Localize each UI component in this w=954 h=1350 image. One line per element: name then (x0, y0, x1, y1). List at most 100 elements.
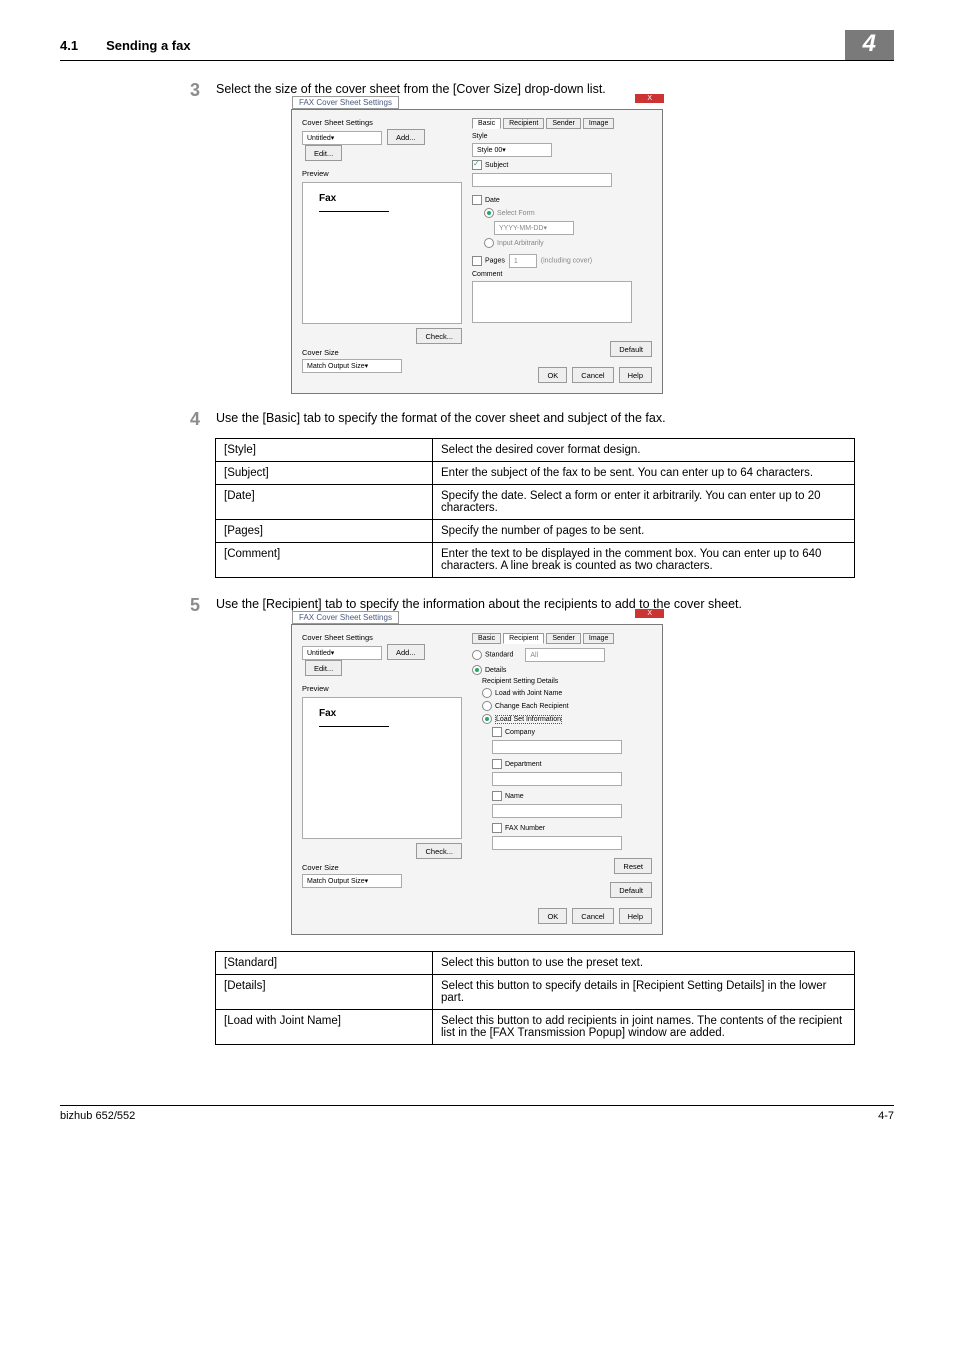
preview-label: Preview (302, 169, 462, 178)
page-header: 4.1 Sending a fax 4 (60, 30, 894, 61)
preview-fax-title: Fax (319, 193, 336, 204)
load-joint-radio[interactable] (482, 688, 492, 698)
tab-image[interactable]: Image (583, 633, 614, 644)
table-row: [Style]Select the desired cover format d… (216, 439, 855, 462)
step-number: 4 (190, 410, 216, 428)
company-label: Company (505, 729, 535, 736)
ok-button[interactable]: OK (538, 908, 567, 924)
step-number: 3 (190, 81, 216, 99)
table-row: [Standard]Select this button to use the … (216, 952, 855, 975)
department-checkbox[interactable] (492, 759, 502, 769)
tab-image[interactable]: Image (583, 118, 614, 129)
table-row: [Load with Joint Name]Select this button… (216, 1010, 855, 1045)
cover-size-select[interactable]: Match Output Size ▾ (302, 874, 402, 888)
subject-label: Subject (485, 162, 508, 169)
preview-line (319, 211, 389, 212)
settings-select[interactable]: Untitled ▾ (302, 646, 382, 660)
table-row: [Comment]Enter the text to be displayed … (216, 543, 855, 578)
details-radio[interactable] (472, 665, 482, 675)
subject-input[interactable] (472, 173, 612, 187)
table-row: [Date]Specify the date. Select a form or… (216, 485, 855, 520)
settings-select[interactable]: Untitled ▾ (302, 131, 382, 145)
pages-input[interactable]: 1 (509, 254, 537, 268)
close-icon[interactable]: X (635, 94, 664, 103)
fax-cover-dialog-basic: FAX Cover Sheet Settings X Cover Sheet S… (291, 109, 663, 394)
add-button[interactable]: Add... (387, 129, 425, 145)
name-checkbox[interactable] (492, 791, 502, 801)
table-row: [Details]Select this button to specify d… (216, 975, 855, 1010)
close-icon[interactable]: X (635, 609, 664, 618)
help-button[interactable]: Help (619, 908, 652, 924)
company-checkbox[interactable] (492, 727, 502, 737)
cancel-button[interactable]: Cancel (572, 908, 613, 924)
load-set-radio[interactable] (482, 714, 492, 724)
standard-select[interactable]: All (525, 648, 605, 662)
fax-cover-dialog-recipient: FAX Cover Sheet Settings X Cover Sheet S… (291, 624, 663, 935)
input-arbitrarily-radio[interactable] (484, 238, 494, 248)
tabs: Basic Recipient Sender Image (472, 118, 652, 129)
change-each-radio[interactable] (482, 701, 492, 711)
tab-basic[interactable]: Basic (472, 118, 501, 129)
section-number: 4.1 (60, 38, 78, 53)
pages-label: Pages (485, 258, 505, 265)
edit-button[interactable]: Edit... (305, 660, 342, 676)
default-button[interactable]: Default (610, 882, 652, 898)
faxnum-label: FAX Number (505, 825, 545, 832)
table-row: [Pages]Specify the number of pages to be… (216, 520, 855, 543)
tab-recipient[interactable]: Recipient (503, 118, 544, 129)
tab-basic[interactable]: Basic (472, 633, 501, 644)
add-button[interactable]: Add... (387, 644, 425, 660)
chapter-badge: 4 (845, 30, 894, 60)
table-row: [Subject]Enter the subject of the fax to… (216, 462, 855, 485)
reset-button[interactable]: Reset (614, 858, 652, 874)
dialog-title: FAX Cover Sheet Settings (292, 611, 399, 624)
cover-sheet-settings-label: Cover Sheet Settings (302, 118, 462, 127)
help-button[interactable]: Help (619, 367, 652, 383)
recipient-setting-details-label: Recipient Setting Details (482, 678, 652, 685)
check-button[interactable]: Check... (416, 843, 462, 859)
standard-radio[interactable] (472, 650, 482, 660)
comment-textarea[interactable] (472, 281, 632, 323)
dialog-title: FAX Cover Sheet Settings (292, 96, 399, 109)
footer-product: bizhub 652/552 (60, 1110, 135, 1122)
check-button[interactable]: Check... (416, 328, 462, 344)
recipient-options-table: [Standard]Select this button to use the … (215, 951, 855, 1045)
pages-checkbox[interactable] (472, 256, 482, 266)
cover-size-label: Cover Size (302, 348, 462, 357)
page-footer: bizhub 652/552 4-7 (60, 1105, 894, 1122)
cancel-button[interactable]: Cancel (572, 367, 613, 383)
step-text: Use the [Basic] tab to specify the forma… (216, 410, 666, 428)
date-format-select[interactable]: YYYY-MM-DD ▾ (494, 221, 574, 235)
faxnum-checkbox[interactable] (492, 823, 502, 833)
ok-button[interactable]: OK (538, 367, 567, 383)
select-form-radio[interactable] (484, 208, 494, 218)
date-checkbox[interactable] (472, 195, 482, 205)
preview-area: Fax (302, 182, 462, 324)
including-cover-label: (including cover) (541, 258, 592, 265)
edit-button[interactable]: Edit... (305, 145, 342, 161)
select-form-label: Select Form (497, 210, 535, 217)
cover-size-label: Cover Size (302, 863, 462, 872)
preview-label: Preview (302, 684, 462, 693)
date-label: Date (485, 197, 500, 204)
department-label: Department (505, 761, 542, 768)
company-input[interactable] (492, 740, 622, 754)
section-title: Sending a fax (106, 38, 191, 53)
faxnum-input[interactable] (492, 836, 622, 850)
default-button[interactable]: Default (610, 341, 652, 357)
cover-sheet-settings-label: Cover Sheet Settings (302, 633, 462, 642)
step-text: Select the size of the cover sheet from … (216, 81, 606, 99)
tab-sender[interactable]: Sender (546, 633, 581, 644)
style-select[interactable]: Style 00 ▾ (472, 143, 552, 157)
step-number: 5 (190, 596, 216, 614)
department-input[interactable] (492, 772, 622, 786)
name-input[interactable] (492, 804, 622, 818)
input-arbitrarily-label: Input Arbitrarily (497, 240, 544, 247)
subject-checkbox[interactable] (472, 160, 482, 170)
tab-recipient[interactable]: Recipient (503, 633, 544, 644)
cover-size-select[interactable]: Match Output Size ▾ (302, 359, 402, 373)
tab-sender[interactable]: Sender (546, 118, 581, 129)
change-each-label: Change Each Recipient (495, 703, 569, 710)
style-label: Style (472, 133, 652, 140)
preview-line (319, 726, 389, 727)
